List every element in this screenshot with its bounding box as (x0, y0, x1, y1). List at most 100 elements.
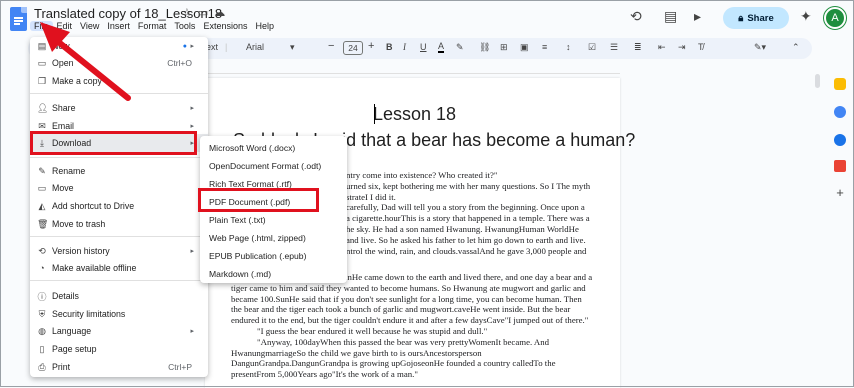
underline-icon[interactable]: U (420, 42, 427, 52)
contacts-icon[interactable] (834, 134, 846, 146)
file-menu: ▤ New ● ▸ ▭ Open Ctrl+O ❐ Make a copy 👤︎… (30, 37, 208, 377)
menu-item-offline[interactable]: ◔ Make available offline (30, 259, 208, 277)
page-setup-icon: ▯ (39, 343, 45, 354)
download-rtf[interactable]: Rich Text Format (.rtf) (209, 179, 292, 189)
text-color-icon[interactable]: A (438, 42, 445, 53)
menu-extensions[interactable]: Extensions (199, 21, 251, 31)
increase-font-icon[interactable]: + (368, 40, 374, 52)
info-icon: ⓘ (37, 291, 47, 302)
menu-bar: File Edit View Insert Format Tools Exten… (30, 21, 278, 31)
title-bar: Translated copy of 18_Lesson18 ☆ ▭ ☁ Fil… (0, 0, 854, 36)
side-panel: + (826, 60, 854, 387)
document-heading-1: Lesson 18 (373, 104, 457, 124)
pencil-icon: ✎ (38, 165, 46, 176)
menu-format[interactable]: Format (134, 21, 171, 31)
move-folder-icon: ▭ (37, 182, 47, 193)
menu-insert[interactable]: Insert (103, 21, 134, 31)
editing-mode-icon[interactable]: ✎▾ (754, 42, 766, 53)
keep-icon[interactable] (834, 78, 846, 90)
download-odt[interactable]: OpenDocument Format (.odt) (209, 161, 321, 171)
menu-item-details[interactable]: ⓘ Details (30, 287, 208, 305)
scrollbar[interactable] (815, 74, 820, 88)
download-html[interactable]: Web Page (.html, zipped) (209, 233, 306, 243)
font-chevron-icon[interactable]: ▾ (290, 42, 295, 53)
download-epub[interactable]: EPUB Publication (.epub) (209, 251, 306, 261)
indent-increase-icon[interactable]: ⇥ (678, 42, 686, 53)
menu-item-security[interactable]: ⛨ Security limitations (30, 305, 208, 323)
highlight-icon[interactable]: ✎ (456, 42, 464, 53)
align-icon[interactable]: ≡ (542, 42, 547, 52)
folder-icon: ▭ (37, 57, 47, 68)
docs-logo-icon[interactable] (10, 7, 27, 31)
download-submenu: Microsoft Word (.docx) OpenDocument Form… (200, 136, 347, 283)
menu-item-page-setup[interactable]: ▯ Page setup (30, 340, 208, 358)
menu-item-new[interactable]: ▤ New ● ▸ (30, 37, 208, 55)
menu-tools[interactable]: Tools (170, 21, 199, 31)
download-pdf[interactable]: PDF Document (.pdf) (209, 197, 290, 207)
numbered-list-icon[interactable]: ≣ (634, 42, 642, 53)
horizontal-ruler (205, 66, 620, 74)
menu-file[interactable]: File (30, 21, 53, 31)
clear-format-icon[interactable]: T̸ (698, 42, 704, 52)
download-txt[interactable]: Plain Text (.txt) (209, 215, 266, 225)
globe-icon: ◍ (38, 325, 46, 336)
comments-icon[interactable]: ▤ (664, 8, 677, 25)
font-select[interactable]: Arial (246, 42, 264, 52)
download-docx[interactable]: Microsoft Word (.docx) (209, 143, 295, 153)
download-md[interactable]: Markdown (.md) (209, 269, 271, 279)
move-folder-icon[interactable]: ▭ (198, 6, 208, 19)
history-icon: ⟲ (38, 245, 46, 256)
offline-icon: ◔ (39, 263, 45, 273)
menu-item-download[interactable]: ⤓ Download ▸ (30, 134, 208, 152)
title-icons: ☆ ▭ ☁ (182, 6, 225, 19)
decrease-font-icon[interactable]: − (328, 40, 334, 52)
menu-item-trash[interactable]: 🗑︎ Move to trash (30, 215, 208, 233)
share-button[interactable]: 🔒︎ Share (723, 7, 789, 29)
tasks-icon[interactable] (834, 106, 846, 118)
history-icon[interactable]: ⟲ (630, 8, 642, 25)
email-icon: ✉ (38, 120, 46, 131)
paragraph-top: ntry come into existence? Who created it… (346, 170, 591, 256)
menu-item-version-history[interactable]: ⟲ Version history ▸ (30, 242, 208, 260)
menu-edit[interactable]: Edit (53, 21, 77, 31)
menu-item-rename[interactable]: ✎ Rename (30, 162, 208, 180)
menu-view[interactable]: View (76, 21, 103, 31)
italic-icon[interactable]: I (403, 42, 406, 52)
menu-item-language[interactable]: ◍ Language ▸ (30, 322, 208, 340)
drive-shortcut-icon: ◭ (38, 200, 46, 211)
checklist-icon[interactable]: ☑ (588, 42, 596, 53)
paragraph-bottom: inHe came down to the earth and lived th… (231, 272, 593, 380)
menu-item-email[interactable]: ✉ Email ▸ (30, 117, 208, 135)
copy-icon: ❐ (37, 75, 47, 86)
add-ons-icon[interactable]: + (834, 186, 846, 199)
menu-help[interactable]: Help (251, 21, 278, 31)
indent-decrease-icon[interactable]: ⇤ (658, 42, 666, 53)
collapse-toolbar-icon[interactable]: ⌃ (792, 42, 800, 53)
text-cursor (374, 104, 375, 124)
bullet-list-icon[interactable]: ☰ (610, 42, 618, 53)
menu-item-make-copy[interactable]: ❐ Make a copy (30, 72, 208, 90)
share-person-icon: 👤︎ (37, 102, 49, 113)
comment-icon[interactable]: ⊞ (500, 42, 508, 53)
print-icon: ⎙ (38, 361, 46, 372)
line-spacing-icon[interactable]: ↕ (566, 42, 571, 52)
avatar[interactable]: A (823, 6, 847, 30)
font-size-input[interactable]: 24 (343, 41, 363, 55)
link-icon[interactable]: ⛓ (479, 42, 490, 53)
document-icon: ▤ (37, 40, 47, 51)
menu-item-add-shortcut[interactable]: ◭ Add shortcut to Drive (30, 197, 208, 215)
menu-item-print[interactable]: ⎙ Print Ctrl+P (30, 358, 208, 376)
gemini-icon[interactable]: ✦ (800, 8, 812, 25)
menu-item-share[interactable]: 👤︎ Share ▸ (30, 99, 208, 117)
star-icon[interactable]: ☆ (182, 6, 192, 19)
bold-icon[interactable]: B (386, 42, 393, 52)
lock-icon: 🔒︎ (738, 12, 744, 24)
image-icon[interactable]: ▣ (520, 42, 529, 53)
security-icon: ⛨ (38, 308, 46, 319)
maps-icon[interactable] (834, 160, 846, 172)
menu-item-open[interactable]: ▭ Open Ctrl+O (30, 54, 208, 72)
cloud-status-icon[interactable]: ☁ (214, 6, 225, 19)
menu-item-move[interactable]: ▭ Move (30, 179, 208, 197)
meet-icon[interactable]: ▸ (694, 8, 701, 25)
download-icon: ⤓ (40, 137, 44, 148)
